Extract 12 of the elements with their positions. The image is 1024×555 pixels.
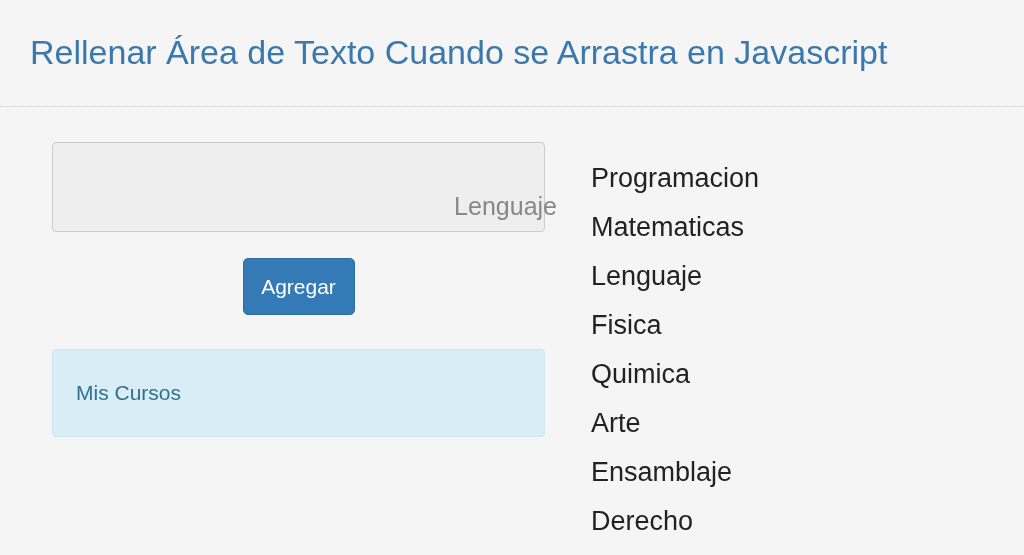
course-item[interactable]: Derecho (591, 497, 760, 546)
course-item[interactable]: Fisica (591, 301, 760, 350)
course-item[interactable]: Quimica (591, 350, 760, 399)
info-text: Mis Cursos (76, 381, 181, 405)
course-item[interactable]: Programacion (591, 154, 760, 203)
page-title: Rellenar Área de Texto Cuando se Arrastra en Javascript (30, 32, 889, 73)
dragged-text: Lenguaje (454, 192, 557, 221)
course-item[interactable]: Matematicas (591, 203, 760, 252)
course-item[interactable]: Ensamblaje (591, 448, 760, 497)
course-item[interactable]: Lenguaje (591, 252, 760, 301)
course-item[interactable]: Arte (591, 399, 760, 448)
add-button[interactable]: Agregar (242, 258, 355, 315)
